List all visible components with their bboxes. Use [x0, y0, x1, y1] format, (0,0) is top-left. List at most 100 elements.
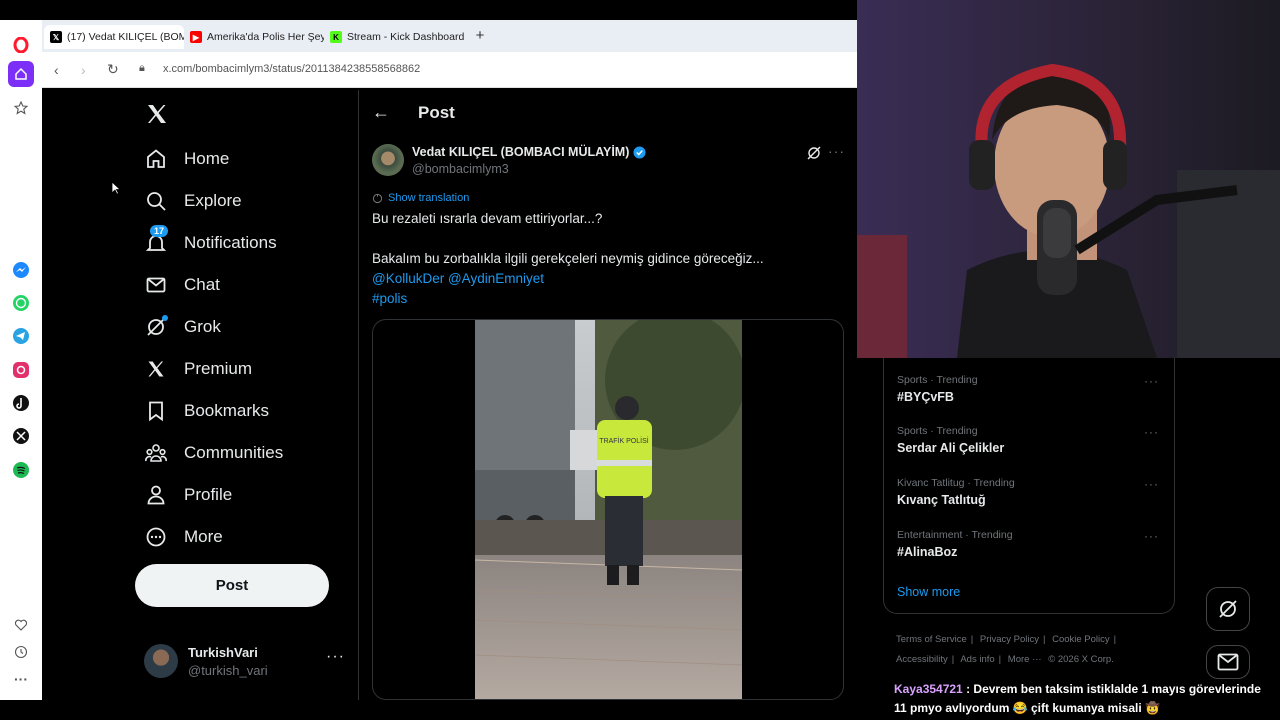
footer-link[interactable]: Accessibility — [896, 654, 948, 665]
search-icon — [144, 189, 168, 213]
nav-more[interactable]: More — [144, 520, 223, 554]
new-tab-button[interactable]: + — [472, 28, 488, 44]
footer-link[interactable]: More ··· — [1008, 654, 1042, 665]
history-icon[interactable] — [8, 639, 34, 665]
footer-link[interactable]: Terms of Service — [896, 634, 967, 645]
show-more-link[interactable]: Show more — [897, 585, 960, 599]
nav-explore[interactable]: Explore — [144, 184, 242, 218]
footer-separator: | — [1113, 634, 1117, 645]
trend-menu-icon[interactable]: ··· — [1144, 425, 1159, 439]
author-avatar[interactable] — [372, 144, 404, 176]
back-arrow-icon[interactable]: ← — [372, 102, 390, 123]
x-logo-icon[interactable] — [8, 423, 34, 449]
x-logo-icon — [144, 357, 168, 381]
whatsapp-icon[interactable] — [8, 290, 34, 316]
more-horizontal-icon[interactable]: ··· — [8, 666, 34, 692]
tab-kick[interactable]: K Stream - Kick Dashboard — [324, 25, 484, 49]
account-menu-icon[interactable]: ··· — [326, 648, 345, 666]
mail-icon — [144, 273, 168, 297]
footer-link[interactable]: Ads info — [960, 654, 994, 665]
account-switcher[interactable]: TurkishVari @turkish_vari ··· — [144, 642, 344, 682]
post-mentions[interactable]: @KollukDer @AydinEmniyet — [372, 271, 544, 286]
footer-separator: | — [970, 634, 974, 645]
footer-links: Terms of Service | Privacy Policy | Cookie… — [896, 630, 1196, 670]
nav-chat[interactable]: Chat — [144, 268, 220, 302]
webcam-overlay — [857, 0, 1280, 358]
instagram-icon[interactable] — [8, 357, 34, 383]
x-app: Home Explore 17 Notifications Chat Grok … — [44, 90, 857, 700]
grok-icon — [144, 315, 168, 339]
trend-name: #AlinaBoz — [897, 545, 958, 559]
tab-label: Stream - Kick Dashboard — [347, 31, 465, 43]
x-logo-icon: 𝕏 — [50, 31, 62, 43]
nav-label: Premium — [184, 359, 253, 378]
nav-label: Communities — [184, 443, 284, 462]
trend-item[interactable]: Kivanc Tatlitug · Trending Kıvanç Tatlıt… — [897, 477, 1167, 507]
author-name-row[interactable]: Vedat KILIÇEL (BOMBACI MÜLAYİM) — [412, 145, 646, 159]
grok-indicator-dot — [162, 315, 168, 321]
tab-youtube[interactable]: ▶ Amerika'da Polis Her Şeyi — [184, 25, 324, 49]
webcam-image — [857, 0, 1280, 358]
nav-home[interactable]: Home — [144, 142, 229, 176]
grok-float-button[interactable] — [1206, 587, 1250, 631]
translate-icon — [372, 193, 383, 203]
post-text-line: Bu rezaleti ısrarla devam ettiriyorlar..… — [372, 211, 603, 226]
author-handle[interactable]: @bombacimlym3 — [412, 162, 509, 176]
account-handle: @turkish_vari — [188, 663, 268, 678]
nav-bookmarks[interactable]: Bookmarks — [144, 394, 269, 428]
footer-link[interactable]: Cookie Policy — [1052, 634, 1110, 645]
nav-label: Bookmarks — [184, 401, 270, 420]
back-icon[interactable]: ‹ — [54, 62, 59, 78]
x-logo-icon[interactable] — [145, 102, 169, 126]
nav-profile[interactable]: Profile — [144, 478, 232, 512]
spotify-icon[interactable] — [8, 457, 34, 483]
trend-item[interactable]: Sports · Trending Serdar Ali Çelikler ··… — [897, 425, 1167, 455]
url-field[interactable]: x.com/bombacimlym3/status/20113842385585… — [163, 63, 420, 75]
footer-link[interactable]: Privacy Policy — [980, 634, 1039, 645]
post-hashtag[interactable]: #polis — [372, 291, 407, 306]
nav-label: Chat — [184, 275, 220, 294]
nav-communities[interactable]: Communities — [144, 436, 283, 470]
telegram-icon[interactable] — [8, 323, 34, 349]
account-name: TurkishVari — [188, 645, 258, 660]
nav-grok[interactable]: Grok — [144, 310, 221, 344]
star-icon[interactable] — [8, 95, 34, 121]
show-translation-link[interactable]: Show translation — [372, 192, 469, 204]
more-circle-icon — [144, 525, 168, 549]
tab-x-post[interactable]: 𝕏 (17) Vedat KILIÇEL (BOMB — [44, 25, 184, 49]
trend-item[interactable]: Sports · Trending #BYÇvFB ··· — [897, 374, 1167, 404]
messages-float-button[interactable] — [1206, 645, 1250, 679]
nav-label: Grok — [184, 317, 221, 336]
bookmark-icon — [144, 399, 168, 423]
nav-notifications[interactable]: 17 Notifications — [144, 225, 277, 260]
messenger-icon[interactable] — [8, 257, 34, 283]
grok-icon — [1219, 600, 1237, 618]
verified-badge-icon — [633, 145, 646, 159]
trend-menu-icon[interactable]: ··· — [1144, 529, 1159, 543]
reload-icon[interactable]: ↻ — [107, 61, 119, 78]
post-button[interactable]: Post — [135, 564, 329, 607]
trend-menu-icon[interactable]: ··· — [1144, 374, 1159, 388]
nav-label: Profile — [184, 485, 233, 504]
home-icon[interactable] — [8, 61, 34, 87]
video-frame: TRAFİK POLİSİ — [475, 320, 742, 699]
trend-menu-icon[interactable]: ··· — [1144, 477, 1159, 491]
opera-logo-icon[interactable] — [8, 32, 34, 58]
mail-icon — [1217, 653, 1239, 671]
tab-label: (17) Vedat KILIÇEL (BOMB — [67, 31, 184, 43]
column-divider — [358, 90, 359, 700]
trend-item[interactable]: Entertainment · Trending #AlinaBoz ··· — [897, 529, 1167, 559]
heart-icon[interactable] — [8, 612, 34, 638]
nav-label: Notifications — [184, 233, 277, 252]
footer-separator: | — [951, 654, 955, 665]
trend-meta: Sports · Trending — [897, 374, 978, 386]
nav-premium[interactable]: Premium — [144, 352, 252, 386]
post-more-icon[interactable]: ··· — [828, 143, 845, 159]
forward-icon[interactable]: › — [81, 62, 86, 78]
post-video[interactable]: TRAFİK POLİSİ — [372, 319, 844, 700]
author-name: Vedat KILIÇEL (BOMBACI MÜLAYİM) — [412, 145, 630, 159]
footer-copyright: © 2026 X Corp. — [1048, 654, 1114, 665]
tiktok-icon[interactable] — [8, 390, 34, 416]
youtube-icon: ▶ — [190, 31, 202, 43]
grok-icon[interactable] — [806, 145, 822, 161]
